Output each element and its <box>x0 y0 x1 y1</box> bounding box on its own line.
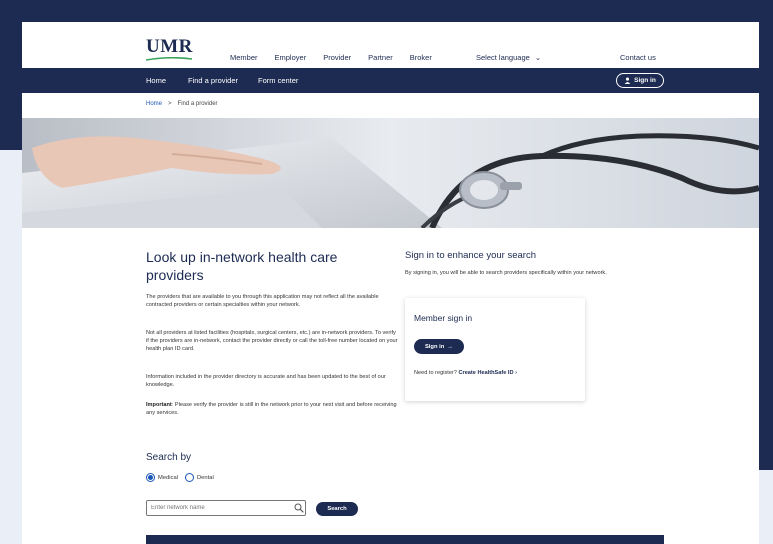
page-container: UMR Member Employer Provider Partner Broker … <box>22 22 759 544</box>
main-nav-home[interactable]: Home <box>146 76 166 85</box>
nav-partner[interactable]: Partner <box>368 53 393 62</box>
member-sign-in-button[interactable]: Sign in → <box>414 339 464 354</box>
important-text: : Please verify the provider is still in… <box>146 402 397 416</box>
decorative-frame-right-light <box>759 470 773 544</box>
arrow-right-icon: → <box>447 343 454 350</box>
language-select[interactable]: Select language ⌄ <box>476 53 541 62</box>
header-sign-in-label: Sign in <box>634 77 656 84</box>
network-name-input[interactable] <box>146 500 306 516</box>
search-icon[interactable] <box>294 503 304 513</box>
audience-nav: Member Employer Provider Partner Broker <box>230 53 449 62</box>
page-title: Look up in-network health care providers <box>146 249 338 283</box>
header-sign-in-button[interactable]: Sign in <box>616 73 664 88</box>
intro-paragraph-3: Information included in the provider dir… <box>146 374 386 388</box>
nav-provider[interactable]: Provider <box>323 53 351 62</box>
main-nav-find-provider[interactable]: Find a provider <box>188 76 238 85</box>
decorative-frame-left-light <box>0 150 22 544</box>
results-banner <box>146 535 664 544</box>
logo-swoosh-icon <box>146 57 192 61</box>
chevron-right-icon: › <box>515 370 517 376</box>
intro-paragraph-2: Not all providers at listed facilities (… <box>146 330 398 352</box>
intro-paragraph-1: The providers that are available to you … <box>146 294 379 308</box>
network-type-radios: Medical Dental <box>146 473 214 482</box>
decorative-frame-right <box>759 0 773 544</box>
register-prompt: Need to register? <box>414 370 457 376</box>
member-sign-in-title: Member sign in <box>414 313 473 323</box>
radio-dental-label[interactable]: Dental <box>197 475 214 481</box>
register-line: Need to register? Create HealthSafe ID › <box>414 370 517 376</box>
utility-header: UMR Member Employer Provider Partner Broker … <box>22 22 759 68</box>
user-icon <box>624 77 631 84</box>
stethoscope-illustration <box>22 118 759 228</box>
breadcrumb: Home > Find a provider <box>146 101 218 107</box>
umr-logo[interactable]: UMR <box>146 36 193 58</box>
radio-selected-dot <box>148 475 153 480</box>
chevron-down-icon: ⌄ <box>534 53 542 62</box>
nav-member[interactable]: Member <box>230 53 258 62</box>
hero-image <box>22 118 759 228</box>
radio-medical-label[interactable]: Medical <box>158 475 178 481</box>
create-healthsafe-id-link[interactable]: Create HealthSafe ID › <box>458 370 516 376</box>
breadcrumb-separator: > <box>168 101 172 107</box>
breadcrumb-home[interactable]: Home <box>146 101 162 107</box>
main-nav: Home Find a provider Form center Sign in <box>22 68 759 93</box>
search-button[interactable]: Search <box>316 502 358 516</box>
enhance-text: By signing in, you will be able to searc… <box>405 270 607 276</box>
nav-employer[interactable]: Employer <box>275 53 307 62</box>
radio-medical[interactable] <box>146 473 155 482</box>
decorative-frame-top <box>0 0 773 22</box>
nav-broker[interactable]: Broker <box>410 53 432 62</box>
intro-paragraph-important: Important: Please verify the provider is… <box>146 402 398 418</box>
main-nav-form-center[interactable]: Form center <box>258 76 298 85</box>
radio-dental[interactable] <box>184 473 194 482</box>
important-label: Important <box>146 402 172 408</box>
search-by-title: Search by <box>146 452 192 463</box>
contact-us-link[interactable]: Contact us <box>620 53 656 62</box>
language-select-label: Select language <box>476 53 530 62</box>
create-healthsafe-id-label: Create HealthSafe ID <box>458 370 514 376</box>
member-sign-in-button-label: Sign in <box>424 343 445 350</box>
enhance-title: Sign in to enhance your search <box>405 250 536 261</box>
member-sign-in-card: Member sign in Sign in → Need to registe… <box>405 298 585 401</box>
breadcrumb-current: Find a provider <box>177 101 218 107</box>
